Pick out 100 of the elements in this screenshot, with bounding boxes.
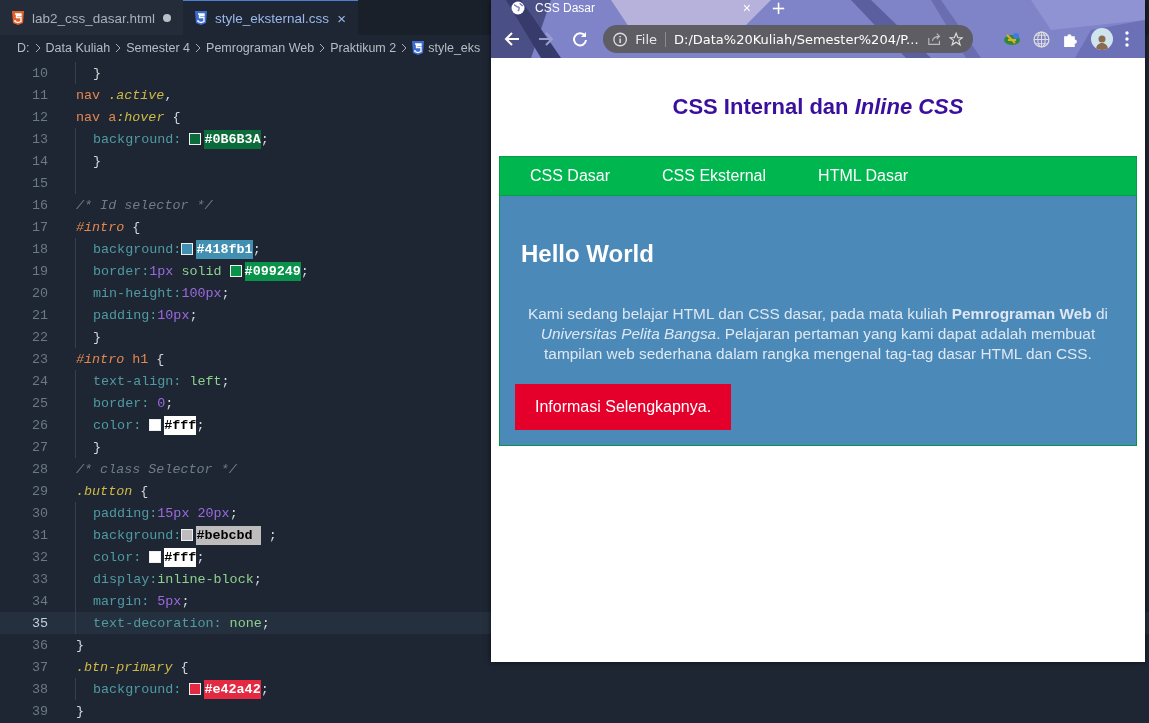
line-number: 15 xyxy=(30,175,48,191)
close-icon[interactable]: × xyxy=(337,9,346,27)
code-token: } xyxy=(93,65,102,81)
code-token: } xyxy=(76,703,85,719)
breadcrumb-item[interactable]: Pemrograman Web xyxy=(206,41,315,55)
forward-icon xyxy=(538,31,554,47)
code-token: 10px xyxy=(157,307,190,323)
globe-icon[interactable] xyxy=(1033,30,1050,48)
code-token: /* Id selector */ xyxy=(76,197,213,213)
code-token: text-align: xyxy=(93,373,183,389)
code-token: border: xyxy=(93,263,150,279)
code-token: .btn-primary xyxy=(76,659,173,675)
code-token: nav xyxy=(76,87,102,103)
code-token: ; xyxy=(260,681,269,697)
breadcrumb-item[interactable]: Praktikum 2 xyxy=(330,41,397,55)
line-number: 39 xyxy=(30,703,48,719)
code-token: } xyxy=(93,153,102,169)
code-token: left xyxy=(189,373,222,389)
line-number: 13 xyxy=(30,131,48,147)
code-token: none xyxy=(229,615,262,631)
code-token: padding: xyxy=(93,307,158,323)
chevron-icon xyxy=(114,43,123,53)
back-icon xyxy=(504,31,520,47)
color-swatch[interactable] xyxy=(189,133,202,145)
code-token: .button xyxy=(76,483,133,499)
code-token: color: xyxy=(93,549,143,565)
code-token: background: xyxy=(93,131,183,147)
code-token: ; xyxy=(221,285,230,301)
code-token: 5px xyxy=(157,593,182,609)
line-number: 12 xyxy=(30,109,48,125)
editor-tab[interactable]: style_eksternal.css × xyxy=(183,0,358,35)
share-icon[interactable] xyxy=(926,32,941,46)
code-token: 100px xyxy=(181,285,222,301)
code-token: ; xyxy=(181,593,190,609)
breadcrumb-item[interactable]: style_eks xyxy=(428,41,481,55)
breadcrumb-item[interactable]: Semester 4 xyxy=(126,41,191,55)
menu-icon[interactable] xyxy=(1125,31,1129,47)
tab-label: style_eksternal.css xyxy=(215,10,330,26)
globe-icon xyxy=(511,1,525,15)
code-token: { xyxy=(179,659,189,675)
chevron-icon xyxy=(33,43,42,53)
code-token: :hover xyxy=(116,109,165,125)
color-swatch[interactable] xyxy=(181,529,194,541)
breadcrumb-item[interactable]: Data Kuliah xyxy=(45,41,111,55)
line-number: 33 xyxy=(30,571,48,587)
code-token: ; xyxy=(196,417,205,433)
code-token: ; xyxy=(253,571,262,587)
line-number: 36 xyxy=(30,637,48,653)
editor-tab[interactable]: lab2_css_dasar.html xyxy=(0,0,184,35)
chevron-icon xyxy=(194,43,203,53)
line-number: 11 xyxy=(30,87,48,103)
code-token: color: xyxy=(93,417,143,433)
address-bar[interactable]: File D:/Data%20Kuliah/Semester%204/P... xyxy=(603,25,973,53)
code-token: 15px 20px xyxy=(157,505,230,521)
color-swatch[interactable] xyxy=(229,265,242,277)
code-token: margin: xyxy=(93,593,151,609)
code-token: ; xyxy=(252,241,261,257)
page-heading: CSS Internal dan Inline CSS xyxy=(671,94,965,120)
chevron-icon xyxy=(400,43,409,53)
line-number: 30 xyxy=(30,505,48,521)
code-token: #intro xyxy=(76,219,125,235)
color-swatch[interactable] xyxy=(149,551,162,563)
code-token: ; xyxy=(229,505,238,521)
code-token: solid xyxy=(180,263,223,279)
code-token: { xyxy=(131,219,141,235)
line-number: 35 xyxy=(30,615,48,631)
code-token: } xyxy=(93,329,102,345)
code-token: , xyxy=(164,87,173,103)
file-type-icon xyxy=(195,11,208,25)
line-number: 26 xyxy=(30,417,48,433)
color-swatch[interactable] xyxy=(189,683,202,695)
code-token: text-decoration: xyxy=(93,615,223,631)
line-number: 25 xyxy=(30,395,48,411)
code-token: ; xyxy=(261,615,270,631)
chevron-icon xyxy=(318,43,327,53)
line-number: 28 xyxy=(30,461,48,477)
new-tab-button[interactable]: + xyxy=(771,0,787,16)
code-token: ; xyxy=(267,527,277,543)
breadcrumb-item[interactable]: D: xyxy=(17,41,30,55)
browser-tab[interactable]: CSS Dasar × xyxy=(491,0,763,16)
tab-label: lab2_css_dasar.html xyxy=(32,10,156,26)
line-number: 27 xyxy=(30,439,48,455)
reload-icon xyxy=(572,31,588,47)
color-swatch[interactable] xyxy=(149,419,162,431)
code-token: { xyxy=(171,109,181,125)
url-text: D:/Data%20Kuliah/Semester%204/P... xyxy=(674,31,919,47)
code-token: border: xyxy=(93,395,151,411)
code-token: padding: xyxy=(93,505,158,521)
code-token: background: xyxy=(93,681,183,697)
code-token: #fff xyxy=(164,415,197,435)
code-token: display: xyxy=(93,571,158,587)
star-icon[interactable] xyxy=(948,31,963,47)
code-token: #fff xyxy=(164,547,197,567)
code-token: ; xyxy=(196,549,205,565)
line-number: 31 xyxy=(30,527,48,543)
info-button[interactable]: Informasi Selengkapnya. xyxy=(515,384,732,430)
code-token: { xyxy=(155,351,165,367)
color-swatch[interactable] xyxy=(181,243,194,255)
code-token: min-height: xyxy=(93,285,182,301)
code-token: /* class Selector */ xyxy=(76,461,237,477)
